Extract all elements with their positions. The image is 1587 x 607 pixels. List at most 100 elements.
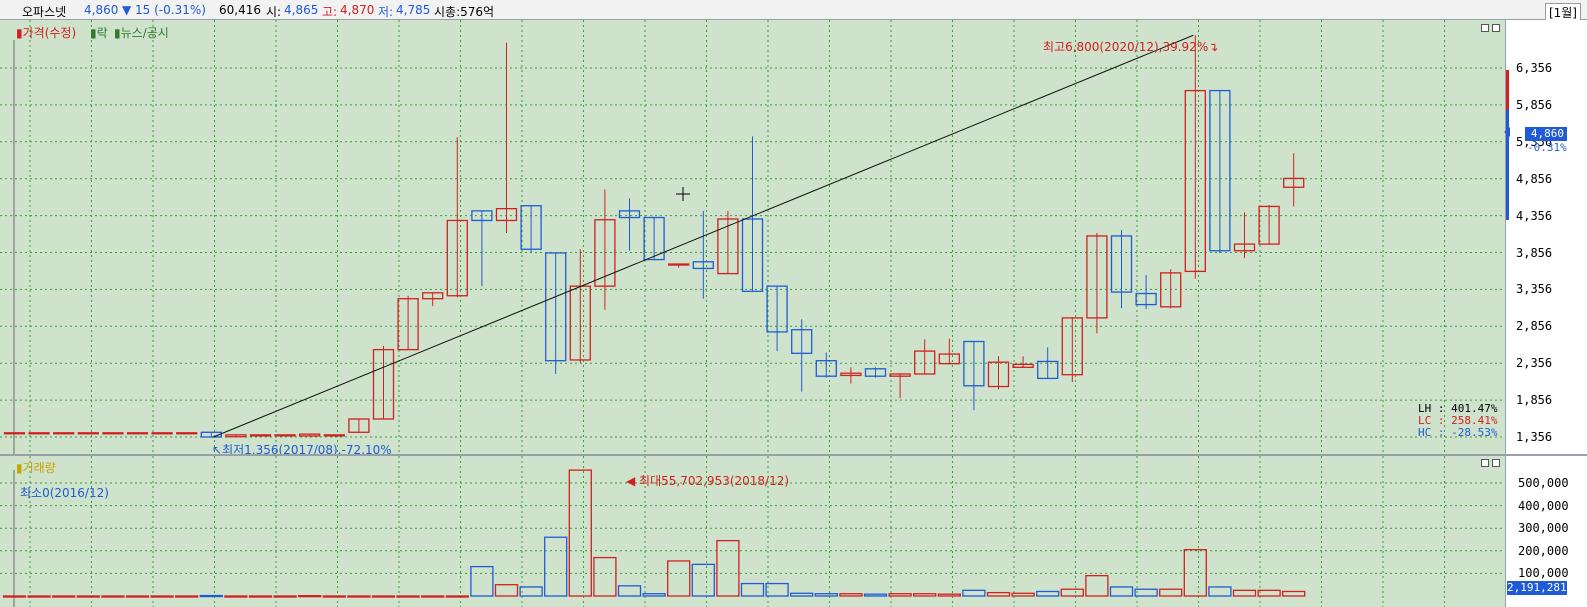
candle [471,210,493,287]
price-tick-label: 1,856 [1516,393,1553,408]
candle [864,367,887,378]
volume-bar [248,595,273,598]
volume-pane-close-icon[interactable] [1492,459,1500,467]
candle [1012,356,1034,368]
candle-body [102,432,124,435]
quote-bar: 오파스넷 4,860 ▼ 15 (-0.31%) 60,416 시: 4,865… [0,0,1587,22]
candle [1258,204,1280,245]
volume-bar [568,469,592,597]
volume-bar [667,560,691,597]
volume-bar [962,589,986,597]
price-tick-label: 4,856 [1516,171,1553,186]
volume-bar [1282,590,1306,597]
candle [520,205,542,253]
price-pane[interactable]: ▮가격(수정) ▮락 ▮뉴스/공시 최고6,800(2020/12),39.92… [0,20,1505,457]
candle [53,432,75,435]
legend-price[interactable]: ▮가격(수정) [16,24,76,41]
volume-bar [1208,586,1232,597]
candle-body [126,432,149,435]
arrow-right-icon: ↴ [1208,40,1219,54]
volume-bar [76,595,100,598]
volume-bar [101,595,125,598]
candle [372,345,395,420]
high-value: 4,870 [340,3,375,17]
candle [791,319,813,392]
candle [569,249,591,363]
volume-bar [544,536,568,597]
candle [668,263,690,268]
volume-bar [888,593,912,597]
legend-rak-label: 락 [96,26,108,40]
volume-bar [396,595,420,598]
volume-bar [175,595,199,598]
candle [1184,35,1206,279]
price-tick-label: 2,856 [1516,319,1553,334]
candle [446,137,468,298]
candle [323,434,345,437]
candle [348,418,370,433]
price-tick-label: 1,356 [1516,430,1553,444]
candle [692,210,714,299]
candle [1283,153,1305,207]
stat-hc: HC : -28.53% [1418,426,1498,439]
candle-body [274,434,296,437]
volume-bar [1232,589,1257,597]
legend-volume[interactable]: ▮거래량 [16,459,56,476]
candle [545,252,567,374]
volume-bar [814,593,838,597]
candle [299,433,321,437]
volume-bar [1011,592,1035,597]
legend-rak[interactable]: ▮락 [90,24,108,41]
volume-bar [470,565,494,597]
volume-bar [593,556,617,597]
candle-body [77,432,99,435]
volume-bar [52,595,76,598]
volume-bar [224,595,248,598]
volume-bar [1060,588,1084,597]
legend-news-label: 뉴스/공시 [120,26,169,40]
stock-name[interactable]: 오파스넷 [22,3,66,20]
candle [1209,89,1231,253]
current-price: 4,860 [84,3,119,17]
candle [914,339,936,375]
volume-bar [1109,586,1134,597]
legend-news[interactable]: ▮뉴스/공시 [114,24,169,41]
price-tick-label: 5,856 [1516,97,1553,112]
volume-tick-label: 200,000 [1518,543,1569,558]
legend-volume-label: 거래량 [22,461,56,475]
low-label: 저: [378,5,394,19]
volume-tick-label: 400,000 [1518,498,1569,513]
price-tick-label: 3,356 [1516,282,1553,297]
min-volume-annotation: 최소0(2016/12) [20,486,109,500]
candle [176,432,198,435]
candle [28,432,50,435]
volume-bar [199,594,223,598]
candle [77,432,99,435]
volume-bar [298,595,322,598]
candle [126,432,149,435]
volume-pane[interactable]: ▮거래량 최소0(2016/12) ◀ 최대55,702,953(2018/12… [0,456,1505,607]
volume-bar [322,595,346,598]
volume-bar [716,539,740,597]
price-tick-label: 4,356 [1516,208,1553,223]
trend-line [213,34,1194,438]
current-volume-tag: 2,191,281 [1507,581,1567,595]
volume-bar [347,595,371,598]
price-axis: 6,356 5,856 5,356 4,856 4,356 3,856 3,356 2,856… [1504,20,1587,454]
max-volume-annotation: ◀ 최대55,702,953(2018/12) [626,472,789,489]
volume-bar [617,585,642,597]
candle-body [53,432,75,435]
pane-restore-icon[interactable] [1481,24,1489,32]
pane-close-icon[interactable] [1492,24,1500,32]
candle [1233,212,1256,259]
max-price-annotation: 최고6,800(2020/12),39.92%↴ [1043,38,1218,55]
candle [1110,230,1133,309]
candle [1160,269,1182,309]
candle [938,338,960,365]
candle [618,198,641,251]
volume-pane-restore-icon[interactable] [1481,459,1489,467]
candle [3,432,26,435]
candle [274,434,296,437]
volume-bar [839,593,863,597]
range-bar-high [1506,70,1509,110]
